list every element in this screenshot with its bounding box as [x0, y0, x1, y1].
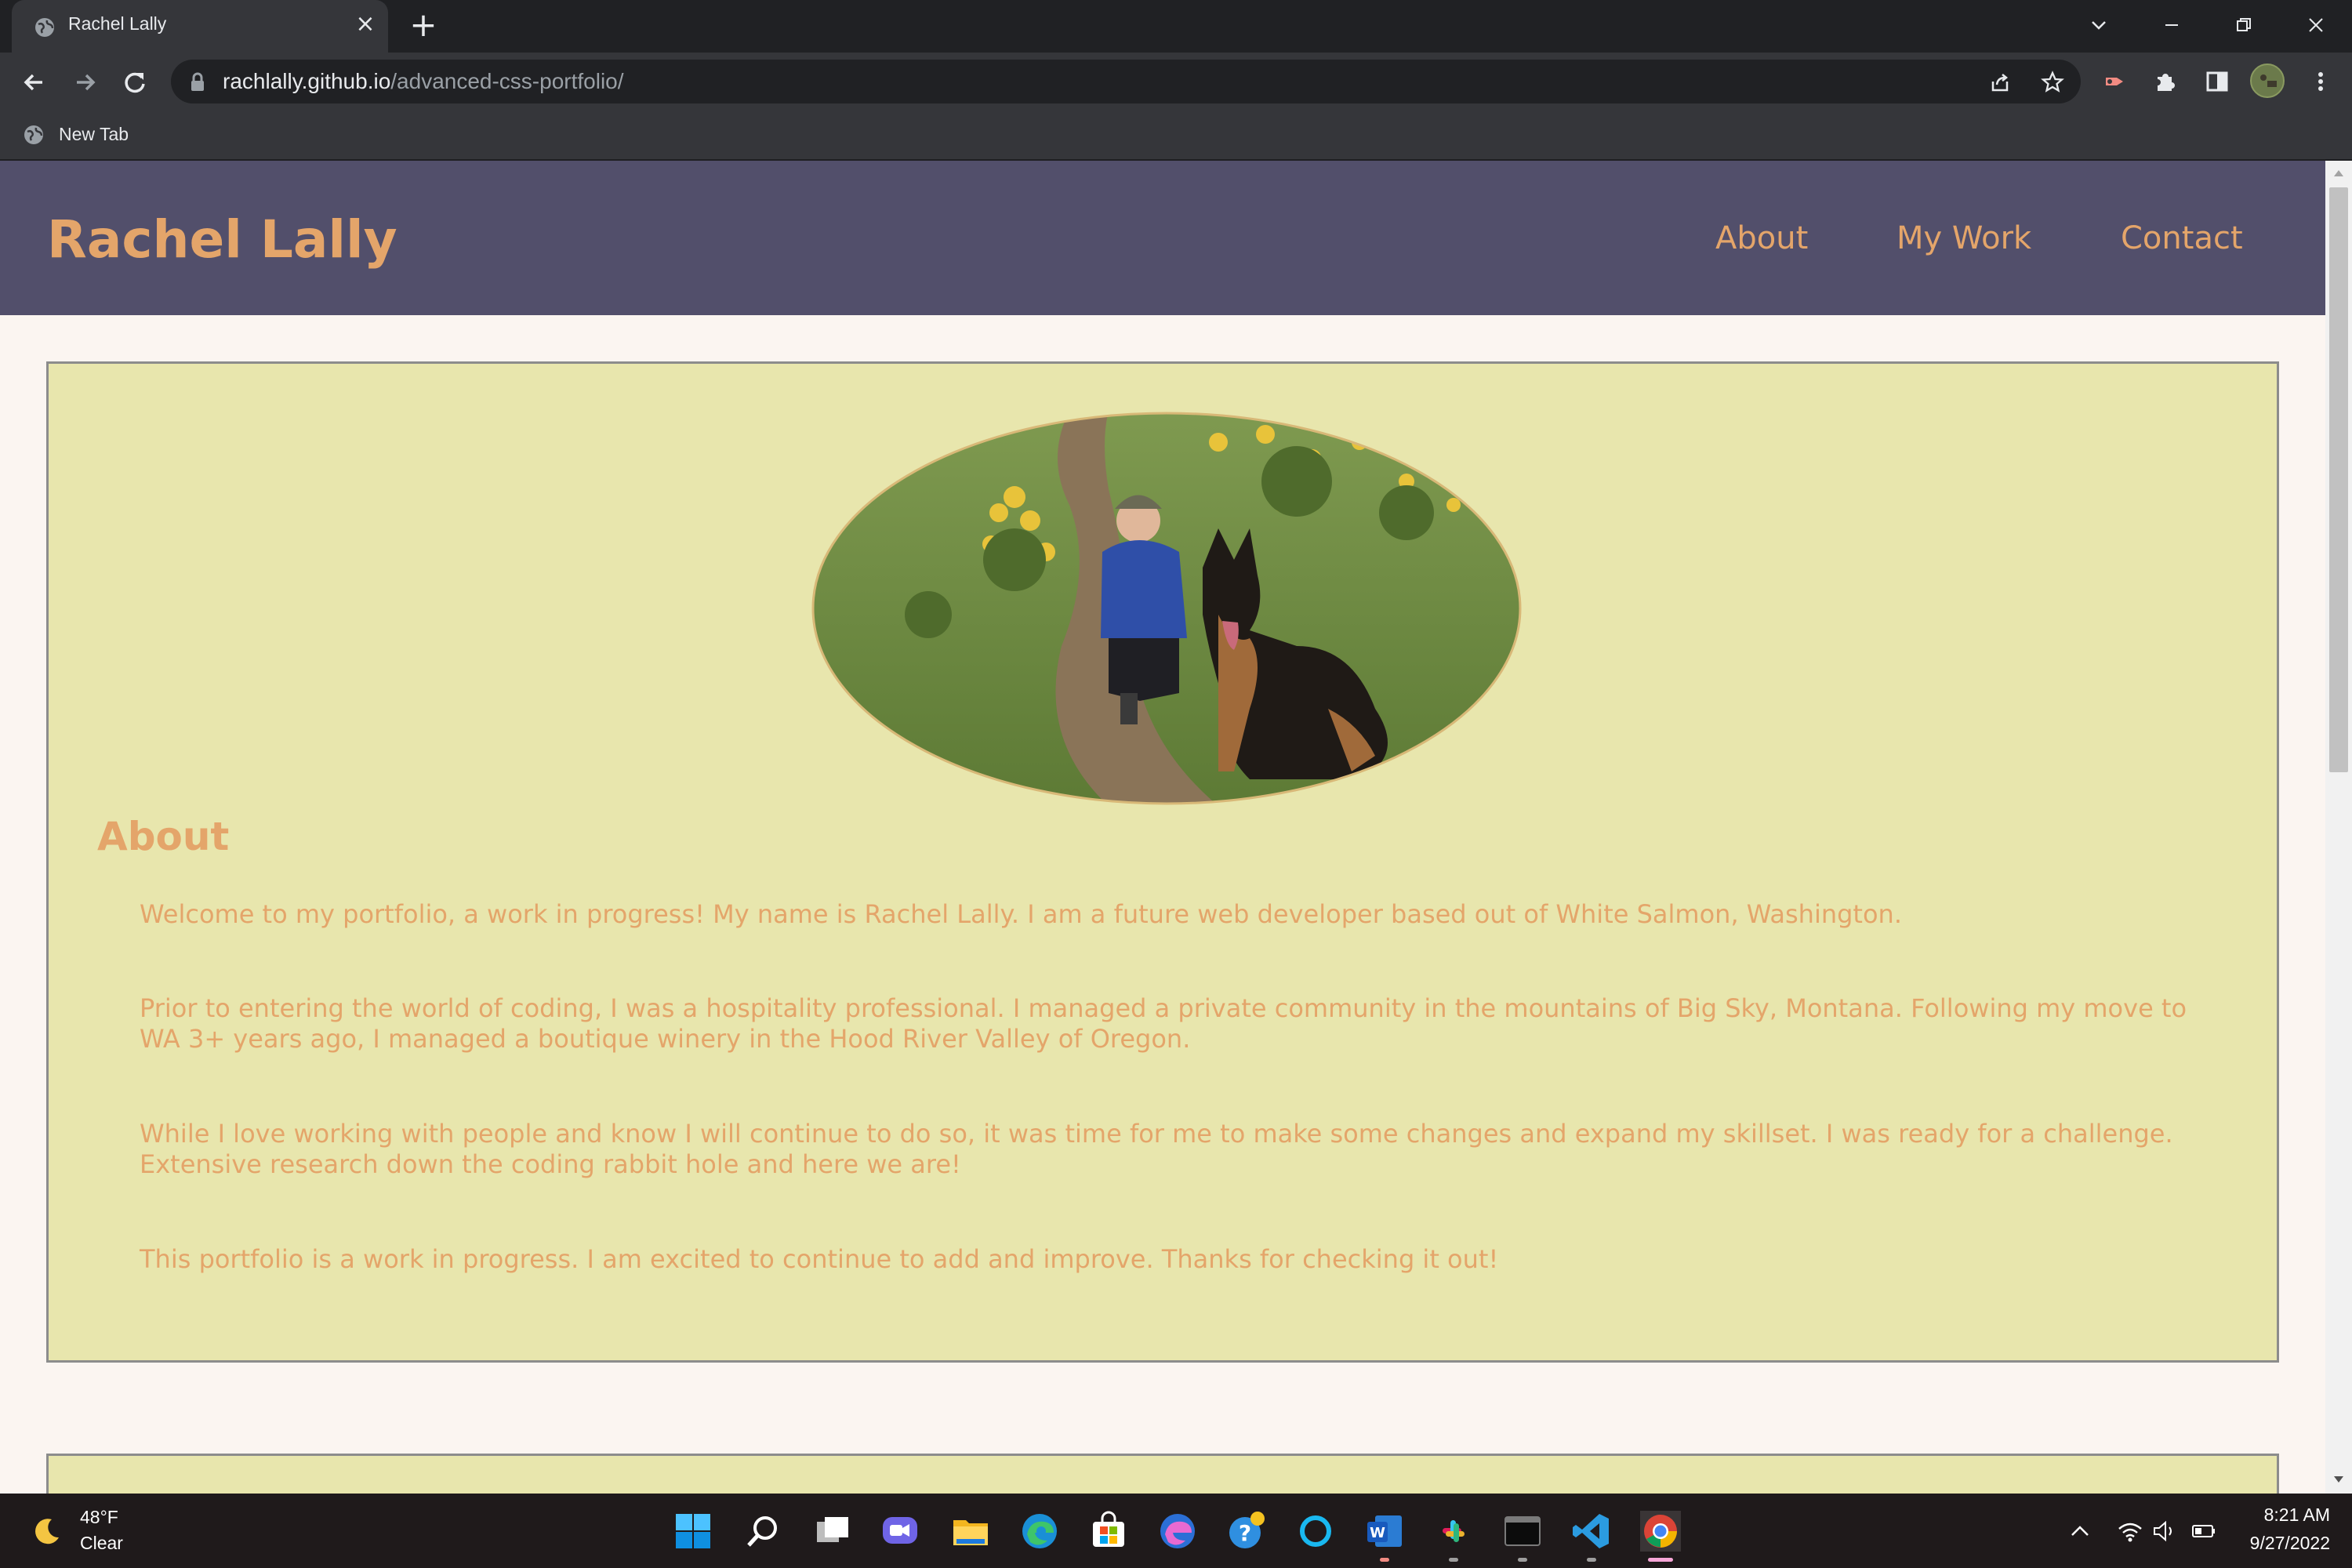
- browser-tab[interactable]: Rachel Lally ×: [12, 0, 388, 53]
- volume-icon[interactable]: [2151, 1519, 2178, 1543]
- about-section: About Welcome to my portfolio, a work in…: [46, 361, 2279, 1363]
- tab-search-icon[interactable]: [2079, 8, 2118, 44]
- forward-icon[interactable]: [67, 65, 102, 100]
- url-text[interactable]: rachlally.github.io/advanced-css-portfol…: [223, 69, 624, 94]
- restore-icon[interactable]: [2224, 8, 2263, 44]
- scroll-up-icon[interactable]: [2332, 169, 2345, 178]
- file-explorer-icon[interactable]: [950, 1511, 991, 1552]
- cortana-icon[interactable]: [1295, 1511, 1336, 1552]
- address-bar[interactable]: rachlally.github.io/advanced-css-portfol…: [171, 60, 2081, 103]
- vscode-icon[interactable]: [1571, 1511, 1612, 1552]
- slack-icon[interactable]: [1433, 1511, 1474, 1552]
- browser-tab-strip: Rachel Lally × +: [0, 0, 2352, 53]
- active-indicator: [1648, 1558, 1673, 1562]
- back-icon[interactable]: [17, 65, 52, 100]
- weather-condition[interactable]: Clear: [80, 1533, 123, 1554]
- help-icon[interactable]: ?: [1226, 1511, 1267, 1552]
- tab-title: Rachel Lally: [68, 13, 167, 34]
- about-paragraph: Prior to entering the world of coding, I…: [140, 993, 2187, 1054]
- profile-photo: [811, 412, 1522, 805]
- side-panel-icon[interactable]: [2203, 67, 2231, 96]
- about-paragraph: This portfolio is a work in progress. I …: [140, 1244, 1499, 1274]
- site-brand[interactable]: Rachel Lally: [47, 209, 397, 270]
- lock-icon[interactable]: [188, 72, 207, 93]
- share-icon[interactable]: [1988, 71, 2012, 94]
- minimize-icon[interactable]: [2152, 8, 2191, 44]
- chrome-icon[interactable]: [1640, 1511, 1681, 1552]
- new-tab-icon[interactable]: +: [408, 9, 439, 42]
- scroll-down-icon[interactable]: [2332, 1475, 2345, 1484]
- profile-avatar-icon[interactable]: [2250, 64, 2285, 98]
- bookmark-new-tab[interactable]: New Tab: [59, 124, 129, 145]
- nav-link-contact[interactable]: Contact: [2121, 220, 2243, 256]
- page-scrollbar[interactable]: [2325, 161, 2352, 1494]
- clock-date[interactable]: 9/27/2022: [2250, 1533, 2330, 1554]
- extension-icon[interactable]: [2101, 67, 2129, 96]
- about-heading: About: [97, 814, 230, 859]
- puzzle-icon[interactable]: [2151, 67, 2180, 96]
- svg-text:W: W: [1370, 1525, 1385, 1541]
- windows-taskbar: 48°F Clear ? W 8:21 AM 9/27/2022: [0, 1494, 2352, 1568]
- more-menu-icon[interactable]: [2307, 67, 2335, 96]
- web-page: Rachel Lally About My Work Contact About…: [0, 161, 2325, 1494]
- word-icon[interactable]: W: [1364, 1511, 1405, 1552]
- reload-icon[interactable]: [118, 65, 152, 100]
- task-view-icon[interactable]: [812, 1511, 853, 1552]
- start-icon[interactable]: [673, 1511, 713, 1552]
- close-window-icon[interactable]: [2296, 8, 2336, 44]
- battery-icon[interactable]: [2190, 1519, 2217, 1543]
- weather-temperature[interactable]: 48°F: [80, 1507, 118, 1528]
- chat-icon[interactable]: [880, 1511, 920, 1552]
- chevron-up-icon[interactable]: [2067, 1519, 2093, 1543]
- running-indicator: [1587, 1558, 1596, 1562]
- running-indicator: [1449, 1558, 1458, 1562]
- wifi-icon[interactable]: [2117, 1519, 2143, 1543]
- clock-time[interactable]: 8:21 AM: [2264, 1504, 2330, 1526]
- about-paragraph: While I love working with people and kno…: [140, 1119, 2173, 1179]
- store-icon[interactable]: [1088, 1511, 1129, 1552]
- globe-icon[interactable]: [22, 123, 45, 147]
- scrollbar-thumb[interactable]: [2329, 187, 2348, 772]
- nav-link-my-work[interactable]: My Work: [1896, 220, 2031, 256]
- work-section: [46, 1454, 2279, 1494]
- svg-text:?: ?: [1239, 1520, 1251, 1546]
- close-tab-icon[interactable]: ×: [354, 13, 377, 36]
- browser-toolbar: rachlally.github.io/advanced-css-portfol…: [0, 53, 2352, 111]
- nav-link-about[interactable]: About: [1715, 220, 1808, 256]
- terminal-icon[interactable]: [1502, 1511, 1543, 1552]
- edge-canary-icon[interactable]: [1157, 1511, 1198, 1552]
- edge-icon[interactable]: [1019, 1511, 1060, 1552]
- about-paragraph: Welcome to my portfolio, a work in progr…: [140, 899, 1902, 929]
- site-header: Rachel Lally About My Work Contact: [0, 161, 2325, 315]
- globe-icon: [35, 18, 54, 37]
- bookmarks-bar: New Tab: [0, 111, 2352, 161]
- running-indicator: [1380, 1558, 1389, 1562]
- running-indicator: [1518, 1558, 1527, 1562]
- search-icon[interactable]: [742, 1511, 783, 1552]
- bookmark-star-icon[interactable]: [2041, 71, 2064, 94]
- moon-icon[interactable]: [31, 1515, 63, 1547]
